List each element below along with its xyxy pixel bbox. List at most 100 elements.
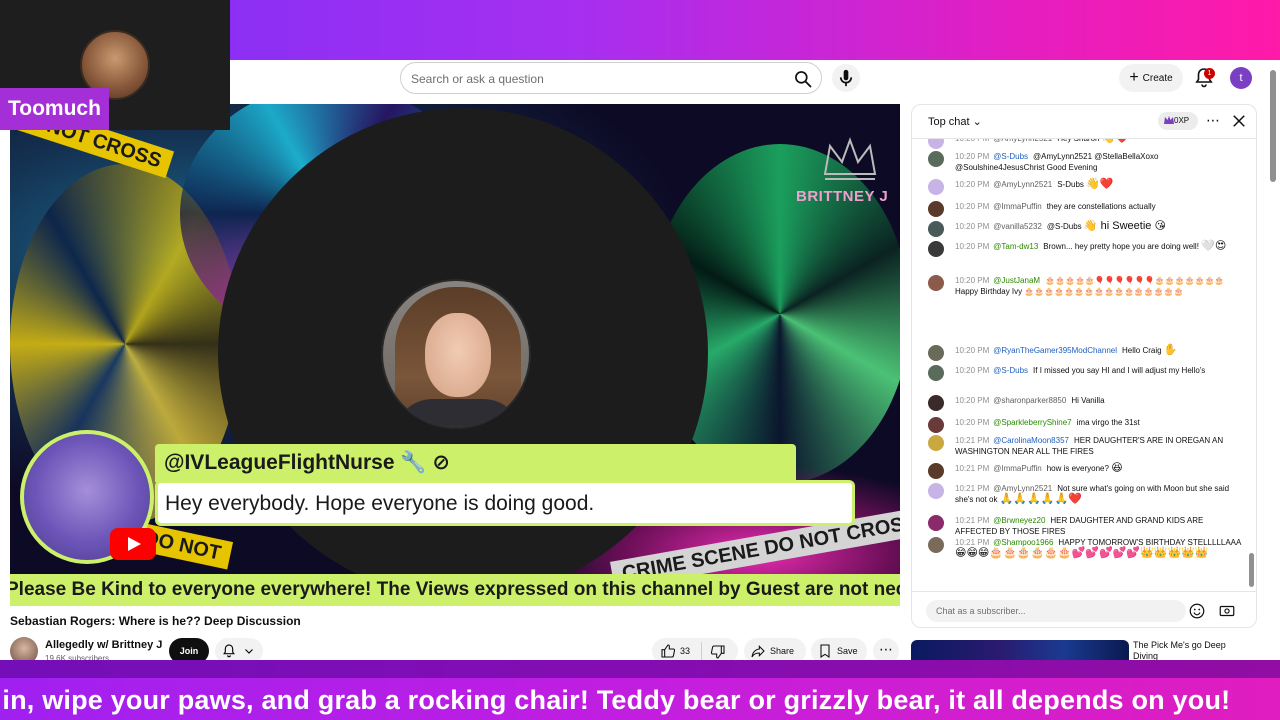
share-arrow-icon [751, 645, 765, 658]
chat-message: 10:20 PM @AmyLynn2521 Hey Sharon 👋❤️ [928, 139, 1244, 149]
chat-message: 10:20 PM @SparkleberryShine7 ima virgo the… [928, 417, 1244, 433]
verified-circle-icon: ⊘ [432, 451, 450, 474]
chat-timestamp: 10:20 PM [955, 276, 990, 285]
chat-author-name[interactable]: @vanilla5232 [993, 222, 1042, 231]
chat-author-name[interactable]: @AmyLynn2521 [993, 484, 1052, 493]
chat-author-avatar[interactable] [928, 201, 944, 217]
chat-author-name[interactable]: @CarolinaMoon8357 [993, 436, 1069, 445]
chat-timestamp: 10:20 PM [955, 202, 990, 211]
chat-author-avatar[interactable] [928, 537, 944, 553]
chat-message: 10:20 PM @RyanTheGamer395ModChannel Hello … [928, 345, 1244, 361]
chat-author-avatar[interactable] [928, 275, 944, 291]
search-input[interactable] [411, 69, 771, 89]
chat-message-list[interactable]: 10:20 PM@AmyLynn2521Hey Sharon 👋❤️10:20 … [912, 139, 1250, 589]
super-chat-icon[interactable] [1218, 602, 1236, 620]
page-scrollbar[interactable] [1268, 62, 1278, 660]
page-scrollbar-thumb[interactable] [1270, 70, 1276, 182]
crown-logo-icon [823, 137, 877, 180]
featured-comment-text: Hey everybody. Hope everyone is doing go… [165, 492, 595, 515]
chat-message-body: 10:21 PM @CarolinaMoon8357 HER DAUGHTER'S … [955, 435, 1244, 457]
chat-author-name[interactable]: @RyanTheGamer395ModChannel [993, 346, 1117, 355]
chat-message-text: Brown... hey pretty hope you are doing w… [1043, 242, 1199, 251]
scrolling-banner-text: Please Be Kind to everyone everywhere! T… [10, 579, 900, 600]
chat-emoji: 😆 [1111, 462, 1123, 474]
guest-face [425, 313, 491, 397]
chat-more-icon[interactable]: ⋯ [1205, 112, 1221, 132]
chat-emoji: 👋 hi Sweetie 😘 [1083, 220, 1166, 232]
microphone-icon [839, 69, 853, 87]
chat-author-name[interactable]: @ImmaPuffin [993, 464, 1041, 473]
voice-search-button[interactable] [832, 64, 860, 92]
featured-comment-author: @IVLeagueFlightNurse 🔧 ⊘ [164, 448, 450, 478]
chat-author-avatar[interactable] [928, 151, 944, 167]
chat-scrollbar-thumb[interactable] [1249, 553, 1254, 587]
chat-message-body: 10:20 PM @vanilla5232 @S-Dubs 👋 hi Sweetie… [955, 221, 1244, 232]
chat-mode-dropdown[interactable]: Top chat ⌄ [928, 115, 982, 128]
chat-author-avatar[interactable] [928, 463, 944, 479]
chat-emoji: 🙏🙏🙏🙏🙏❤️ [999, 493, 1082, 505]
chat-author-avatar[interactable] [928, 345, 944, 361]
chat-author-name[interactable]: @AmyLynn2521 [993, 139, 1052, 143]
chat-author-name[interactable]: @Tam-dw13 [993, 242, 1038, 251]
chat-message-text: they are constellations actually [1046, 202, 1156, 211]
chat-timestamp: 10:21 PM [955, 516, 990, 525]
search-box[interactable] [400, 62, 822, 94]
chat-timestamp: 10:21 PM [955, 464, 990, 473]
chat-message-body: 10:20 PM @S-Dubs @AmyLynn2521 @StellaBella… [955, 151, 1244, 173]
chat-author-avatar[interactable] [928, 241, 944, 257]
recommended-title[interactable]: The Pick Me's go Deep Diving [1133, 640, 1253, 662]
chat-message-body: 10:21 PM @Brwneyez20 HER DAUGHTER AND GRAN… [955, 515, 1244, 537]
chat-author-name[interactable]: @Brwneyez20 [993, 516, 1045, 525]
video-player[interactable]: DO NOT CROSS CRIME SCENE DO NOT CROSS SC… [10, 104, 900, 606]
chat-message-text: Hello Craig [1122, 346, 1162, 355]
chat-message-body: 10:20 PM @AmyLynn2521 S-Dubs 👋❤️ [955, 179, 1244, 190]
chat-author-avatar[interactable] [928, 139, 944, 149]
chat-author-name[interactable]: @S-Dubs [993, 152, 1028, 161]
chat-author-avatar[interactable] [928, 179, 944, 195]
chat-author-avatar[interactable] [928, 395, 944, 411]
chat-mode-label: Top chat [928, 116, 970, 128]
recommended-thumbnail[interactable] [911, 640, 1129, 660]
chat-scrollbar[interactable] [1249, 141, 1255, 589]
chat-message-body: 10:21 PM @Shampoo1966 HAPPY TOMORROW'S BIR… [955, 537, 1244, 559]
thumbs-down-icon[interactable] [710, 644, 726, 660]
search-icon[interactable] [793, 69, 813, 89]
chat-input[interactable] [926, 600, 1186, 622]
youtube-logo-icon [110, 528, 156, 560]
chat-author-avatar[interactable] [928, 435, 944, 451]
chat-author-avatar[interactable] [928, 365, 944, 381]
chat-message-text: ima virgo the 31st [1076, 418, 1140, 427]
chat-author-name[interactable]: @AmyLynn2521 [993, 180, 1052, 189]
chat-message-body: 10:20 PM @ImmaPuffin they are constellatio… [955, 201, 1244, 212]
plus-icon: + [1129, 69, 1139, 86]
chat-author-name[interactable]: @ImmaPuffin [993, 202, 1041, 211]
chat-author-name[interactable]: @S-Dubs [993, 366, 1028, 375]
chat-timestamp: 10:21 PM [955, 538, 990, 547]
chat-author-avatar[interactable] [928, 417, 944, 433]
chat-message: 10:20 PM @ImmaPuffin they are constellatio… [928, 201, 1244, 217]
close-icon[interactable] [1230, 112, 1248, 130]
guest-photo [381, 279, 531, 429]
chat-author-avatar[interactable] [928, 221, 944, 237]
chat-message: 10:20 PM @S-Dubs If I missed you say HI an… [928, 365, 1244, 381]
chat-author-name[interactable]: @SparkleberryShine7 [993, 418, 1071, 427]
chat-message-text: Hey Sharon [1057, 139, 1099, 143]
chat-message: 10:20 PM @sharonparker8850 Hi Vanilla [928, 395, 1244, 411]
bookmark-icon [820, 644, 830, 658]
chat-message-body: 10:20 PM @sharonparker8850 Hi Vanilla [955, 395, 1244, 406]
save-label: Save [837, 646, 858, 656]
thumbs-up-icon[interactable] [660, 643, 676, 659]
channel-name[interactable]: Allegedly w/ Brittney J [45, 639, 162, 651]
chevron-down-icon: ⌄ [972, 116, 982, 128]
create-button[interactable]: + Create [1119, 64, 1183, 92]
chat-message: 10:20 PM @JustJanaM 🎂🎂🎂🎂🎂🎈🎈🎈🎈🎈🎈🎂🎂🎂🎂🎂🎂🎂 Hap… [928, 275, 1244, 297]
account-avatar[interactable]: t [1230, 67, 1252, 89]
chat-author-name[interactable]: @JustJanaM [993, 276, 1040, 285]
chat-author-avatar[interactable] [928, 515, 944, 531]
create-label: Create [1142, 72, 1173, 84]
like-divider [701, 642, 702, 660]
chat-author-name[interactable]: @Shampoo1966 [993, 538, 1053, 547]
chat-author-name[interactable]: @sharonparker8850 [993, 396, 1066, 405]
chat-author-avatar[interactable] [928, 483, 944, 499]
emoji-icon[interactable] [1188, 602, 1206, 620]
